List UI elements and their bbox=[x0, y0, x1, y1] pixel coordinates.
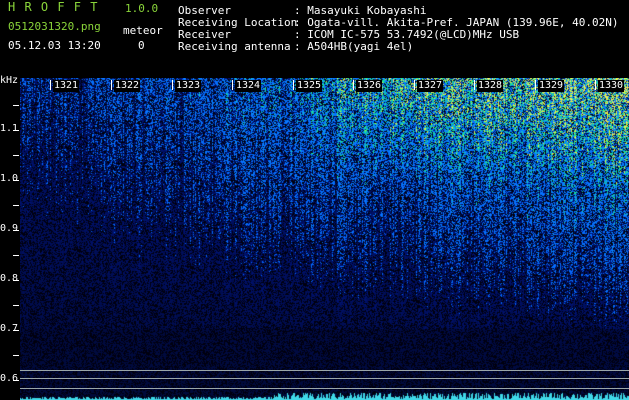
antenna-value: : A504HB(yagi 4el) bbox=[294, 40, 414, 53]
time-mark-1322: 1322 bbox=[114, 80, 141, 92]
reference-line-upper bbox=[20, 370, 629, 371]
time-tick bbox=[474, 80, 475, 90]
time-mark-1321: 1321 bbox=[53, 80, 80, 92]
tick-label-0-6: 0.6 bbox=[0, 373, 19, 384]
tick-mark bbox=[13, 230, 19, 231]
time-tick bbox=[414, 80, 415, 90]
antenna-label: Receiving antenna bbox=[178, 40, 291, 53]
time-tick bbox=[172, 80, 173, 90]
time-mark-1328: 1328 bbox=[477, 80, 504, 92]
tick-label-0-9: 0.9 bbox=[0, 223, 19, 234]
time-tick bbox=[535, 80, 536, 90]
frequency-axis: kHz 1.1 1.0 0.9 0.8 0.7 0.6 bbox=[0, 75, 20, 400]
axis-unit: kHz bbox=[0, 75, 19, 86]
tick-mark bbox=[13, 180, 19, 181]
app-name: H R O F F T bbox=[8, 0, 99, 14]
tick-mark bbox=[13, 130, 19, 131]
tick-label-0-7: 0.7 bbox=[0, 323, 19, 334]
reference-line-middle bbox=[20, 378, 629, 379]
tick-mark bbox=[13, 205, 19, 206]
tick-label-0-8: 0.8 bbox=[0, 273, 19, 284]
time-mark-1324: 1324 bbox=[235, 80, 262, 92]
time-tick bbox=[232, 80, 233, 90]
time-tick bbox=[353, 80, 354, 90]
meteor-label: meteor bbox=[123, 24, 163, 37]
tick-label-1-0: 1.0 bbox=[0, 173, 19, 184]
tick-mark bbox=[13, 105, 19, 106]
header-panel: H R O F F T 1.0.0 0512031320.png meteor … bbox=[0, 0, 629, 78]
time-mark-1326: 1326 bbox=[356, 80, 383, 92]
tick-mark bbox=[13, 280, 19, 281]
time-mark-1323: 1323 bbox=[175, 80, 202, 92]
tick-mark bbox=[13, 305, 19, 306]
file-name: 0512031320.png bbox=[8, 20, 101, 33]
meteor-count: 0 bbox=[138, 39, 145, 52]
reference-line-lower bbox=[20, 388, 629, 389]
tick-mark bbox=[13, 330, 19, 331]
time-tick bbox=[293, 80, 294, 90]
time-tick bbox=[111, 80, 112, 90]
app-version: 1.0.0 bbox=[125, 2, 159, 15]
time-tick bbox=[50, 80, 51, 90]
datetime: 05.12.03 13:20 bbox=[8, 39, 101, 52]
tick-mark bbox=[13, 355, 19, 356]
time-mark-1325: 1325 bbox=[296, 80, 323, 92]
tick-mark bbox=[13, 380, 19, 381]
spectrogram bbox=[20, 78, 629, 400]
time-tick bbox=[595, 80, 596, 90]
time-mark-1329: 1329 bbox=[538, 80, 565, 92]
tick-label-1-1: 1.1 bbox=[0, 123, 19, 134]
time-mark-1327: 1327 bbox=[417, 80, 444, 92]
time-mark-1330: 1330 bbox=[598, 80, 625, 92]
tick-mark bbox=[13, 255, 19, 256]
tick-mark bbox=[13, 155, 19, 156]
time-marks: 1321 1322 1323 1324 1325 1326 1327 1328 … bbox=[20, 80, 629, 92]
